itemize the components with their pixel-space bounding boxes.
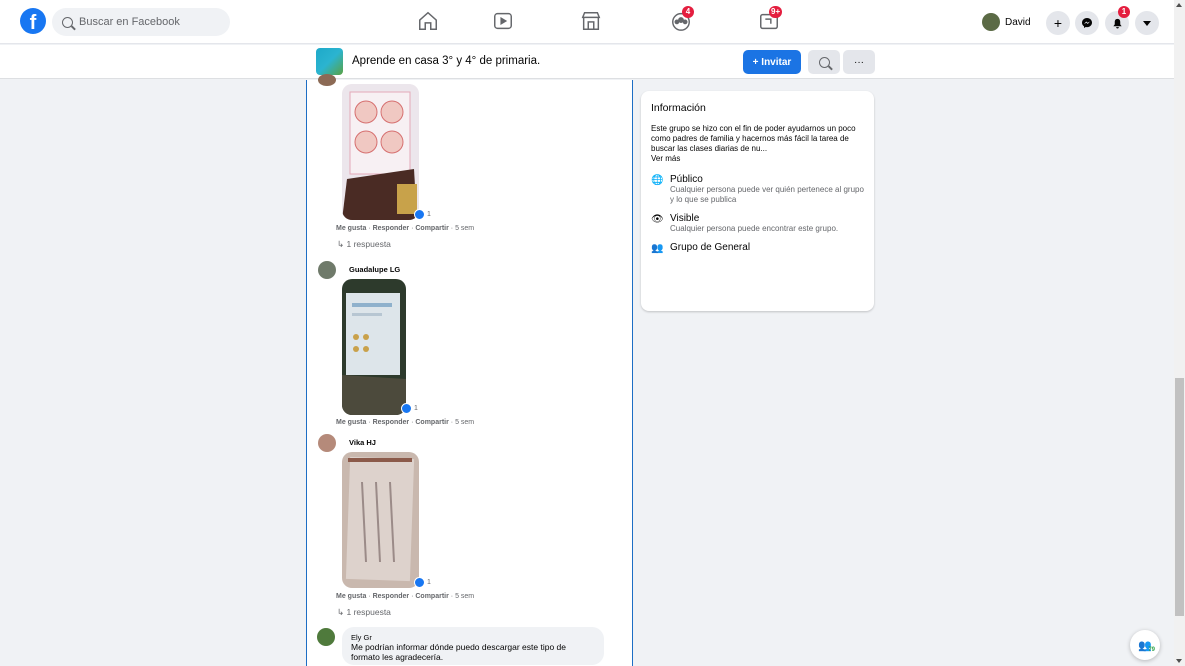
- comment-photo[interactable]: [342, 84, 419, 220]
- reactions-count[interactable]: 1: [414, 209, 431, 220]
- group-info-card: Información Este grupo se hizo con el fi…: [641, 91, 874, 311]
- info-title: Información: [651, 102, 706, 114]
- reactions-count[interactable]: 1: [414, 577, 431, 588]
- facebook-logo[interactable]: f: [20, 8, 46, 34]
- avatar: [982, 13, 1000, 31]
- comment-actions: Me gusta · Responder · Compartir · 5 sem: [336, 419, 475, 426]
- search-input[interactable]: Buscar en Facebook: [52, 8, 230, 36]
- bell-icon: [1112, 18, 1122, 29]
- gaming-badge: 9+: [769, 6, 783, 18]
- comment-actions: Me gusta · Responder · Compartir · 5 sem: [336, 593, 475, 600]
- avatar[interactable]: [318, 261, 336, 279]
- avatar[interactable]: [318, 434, 336, 452]
- notifications-button[interactable]: 1: [1105, 6, 1130, 35]
- comment-text: Me podrían informar dónde puedo descarga…: [351, 642, 566, 662]
- group-header: Aprende en casa 3° y 4° de primaria. + I…: [0, 45, 1174, 79]
- photo-content: [342, 279, 406, 415]
- store-icon: [581, 12, 601, 30]
- like-link[interactable]: Me gusta: [336, 419, 366, 426]
- comment-author[interactable]: Guadalupe LG: [349, 265, 400, 274]
- reply-link[interactable]: Responder: [373, 419, 410, 426]
- search-icon: [62, 16, 73, 28]
- account-menu-button[interactable]: [1135, 11, 1159, 35]
- comment-time[interactable]: 5 sem: [455, 225, 474, 232]
- group-type: 👥 Grupo de General: [651, 242, 751, 254]
- comment-time[interactable]: 5 sem: [455, 419, 474, 426]
- messenger-button[interactable]: [1075, 11, 1099, 35]
- view-replies-link[interactable]: ↳ 1 respuesta: [337, 239, 391, 250]
- search-placeholder: Buscar en Facebook: [79, 16, 180, 28]
- chevron-down-icon: [1143, 20, 1151, 26]
- marketplace-tab[interactable]: [578, 8, 604, 34]
- comment-actions: Me gusta · Responder · Compartir · 5 sem: [336, 225, 475, 232]
- share-link[interactable]: Compartir: [415, 593, 448, 600]
- scroll-up-icon[interactable]: [1176, 3, 1182, 7]
- globe-icon: 🌐: [651, 175, 664, 186]
- see-more-link[interactable]: Ver más: [651, 154, 680, 163]
- view-replies-link[interactable]: ↳ 1 respuesta: [337, 607, 391, 618]
- comment-author[interactable]: Vika HJ: [349, 438, 376, 447]
- group-search-button[interactable]: [808, 50, 840, 74]
- create-button[interactable]: +: [1046, 11, 1070, 35]
- home-tab[interactable]: [415, 8, 441, 34]
- profile-shortcut[interactable]: David: [982, 13, 1031, 31]
- share-link[interactable]: Compartir: [415, 419, 448, 426]
- like-reaction-icon: [414, 209, 425, 220]
- comment-time[interactable]: 5 sem: [455, 593, 474, 600]
- photo-content: [342, 84, 419, 220]
- share-link[interactable]: Compartir: [415, 225, 448, 232]
- visibility-visible: 👁 Visible Cualquier persona puede encont…: [651, 213, 839, 233]
- invite-button[interactable]: + Invitar: [743, 50, 801, 74]
- watch-tab[interactable]: [490, 8, 516, 34]
- eye-icon: 👁: [651, 214, 664, 225]
- like-reaction-icon: [414, 577, 425, 588]
- avatar[interactable]: [318, 74, 336, 86]
- gaming-tab[interactable]: 9+: [756, 6, 783, 34]
- scrollbar-thumb[interactable]: [1175, 378, 1184, 616]
- photo-content: [342, 452, 419, 588]
- search-icon: [818, 56, 830, 68]
- reactions-count[interactable]: 1: [401, 403, 418, 414]
- scroll-down-icon[interactable]: [1176, 659, 1182, 663]
- comment-bubble: Ely Gr Me podrían informar dónde puedo d…: [342, 627, 604, 665]
- group-description: Este grupo se hizo con el fin de poder a…: [651, 124, 856, 163]
- notifications-badge: 1: [1118, 6, 1130, 18]
- comment-photo[interactable]: [342, 452, 419, 588]
- people-icon: 👥: [651, 243, 664, 254]
- group-name[interactable]: Aprende en casa 3° y 4° de primaria.: [352, 55, 540, 67]
- messenger-icon: [1082, 18, 1092, 28]
- reply-link[interactable]: Responder: [373, 225, 410, 232]
- groups-badge: 4: [682, 6, 694, 18]
- group-more-button[interactable]: ···: [843, 50, 875, 74]
- like-link[interactable]: Me gusta: [336, 225, 366, 232]
- group-cover-thumbnail[interactable]: [316, 48, 343, 75]
- video-icon: [494, 12, 512, 30]
- profile-name: David: [1005, 16, 1031, 28]
- plus-icon: +: [1053, 15, 1063, 31]
- comment-photo[interactable]: [342, 279, 406, 415]
- reply-link[interactable]: Responder: [373, 593, 410, 600]
- comment-author[interactable]: Ely Gr: [351, 633, 595, 642]
- groups-tab[interactable]: 4: [668, 6, 694, 34]
- online-contacts-count: 79: [1148, 647, 1155, 653]
- like-link[interactable]: Me gusta: [336, 593, 366, 600]
- contacts-button[interactable]: 👥 79: [1130, 630, 1160, 660]
- home-icon: [419, 11, 437, 30]
- avatar[interactable]: [317, 628, 335, 646]
- like-reaction-icon: [401, 403, 412, 414]
- privacy-public: 🌐 Público Cualquier persona puede ver qu…: [651, 174, 864, 204]
- top-navigation: f Buscar en Facebook 4 9+ David + 1: [0, 0, 1174, 44]
- page-scrollbar[interactable]: [1174, 0, 1185, 666]
